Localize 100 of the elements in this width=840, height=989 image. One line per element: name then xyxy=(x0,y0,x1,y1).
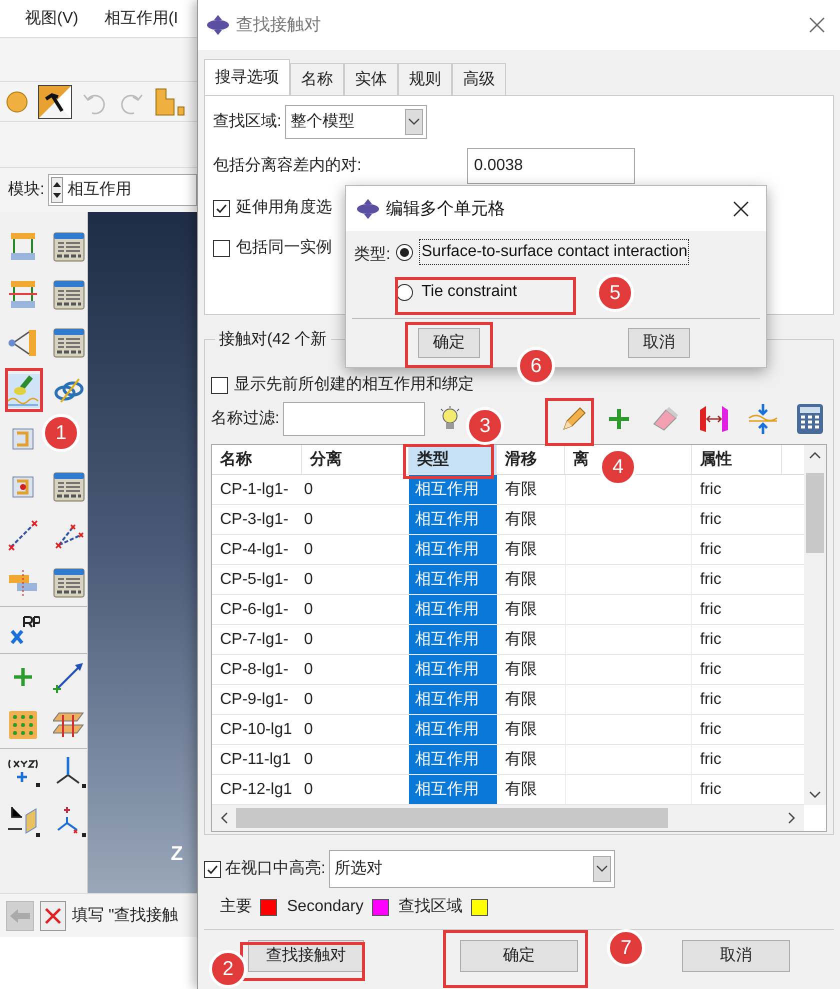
field-label: 包括分离容差内的对: xyxy=(213,156,362,176)
scroll-up-icon[interactable] xyxy=(809,451,821,459)
radio-label[interactable]: Surface-to-surface contact interaction xyxy=(419,239,690,266)
table-cell-text: 有限 xyxy=(504,510,538,530)
app-logo-icon xyxy=(206,14,230,36)
scrollbar-thumb[interactable] xyxy=(236,808,668,828)
checkbox[interactable] xyxy=(213,240,230,256)
cancel-icon[interactable] xyxy=(40,900,66,930)
table-cell-text: 0 xyxy=(303,480,314,500)
table-cell-text: fric xyxy=(699,540,722,560)
horizontal-scrollbar[interactable] xyxy=(212,805,804,831)
checkbox-label: 显示先前所创建的相互作用和绑定 xyxy=(234,374,474,395)
table-cell-text: CP-10-lg1 xyxy=(219,720,294,740)
chevron-down-icon xyxy=(596,865,608,873)
menu-item[interactable]: 相互作用(I xyxy=(104,6,178,30)
scrollbar-thumb[interactable] xyxy=(806,473,824,553)
highlight-select[interactable]: 所选对 xyxy=(329,850,616,888)
checkbox[interactable] xyxy=(211,376,228,394)
point-grid-icon[interactable] xyxy=(7,709,39,741)
table-cell-text: CP-4-lg1- xyxy=(219,540,290,560)
table-cell[interactable]: 相互作用 xyxy=(409,595,497,624)
table-cell-text: 有限 xyxy=(504,540,538,560)
input-field[interactable]: 0.0038 xyxy=(467,148,635,184)
dropdown-button[interactable] xyxy=(593,856,612,882)
table-cell-text: 有限 xyxy=(504,750,538,770)
close-icon[interactable] xyxy=(732,200,750,218)
wire-tool-icon[interactable] xyxy=(7,519,39,551)
table-manager-icon[interactable] xyxy=(53,472,85,502)
table-cell[interactable]: 相互作用 xyxy=(409,565,497,594)
circle-icon[interactable] xyxy=(6,90,28,112)
table-cell[interactable]: 相互作用 xyxy=(409,625,497,654)
dropdown-button[interactable] xyxy=(405,109,424,135)
table-cell[interactable]: 相互作用 xyxy=(409,775,497,804)
chevron-down-icon xyxy=(408,118,420,126)
table-manager-icon[interactable] xyxy=(53,328,85,358)
radio-button[interactable] xyxy=(396,244,414,261)
pencil-icon[interactable] xyxy=(560,405,588,433)
table-cell[interactable]: 相互作用 xyxy=(409,655,497,684)
calculator-icon[interactable] xyxy=(796,403,824,435)
table-cell-text: 0 xyxy=(303,780,314,800)
table-cell-text: fric xyxy=(699,480,722,500)
table-cell-text: 有限 xyxy=(504,780,538,800)
table-cell-text: fric xyxy=(699,720,722,740)
menu-item[interactable]: 视图(V) xyxy=(25,6,78,30)
dialog-button[interactable]: 取消 xyxy=(682,940,790,972)
table-cell[interactable]: 相互作用 xyxy=(409,745,497,774)
constraint-tool-icon[interactable] xyxy=(7,279,39,311)
scroll-left-icon[interactable] xyxy=(220,812,228,824)
table-cell[interactable]: 相互作用 xyxy=(409,475,497,504)
find-contact-tool-icon[interactable] xyxy=(6,374,40,408)
name-filter-field[interactable] xyxy=(283,402,426,436)
dialog-button[interactable]: 取消 xyxy=(628,328,690,358)
table-cell-text: CP-12-lg1 xyxy=(219,780,294,800)
table-cell-text: 有限 xyxy=(504,630,538,650)
legend-label: Secondary xyxy=(287,897,364,917)
checkmark-icon xyxy=(206,862,219,876)
tab[interactable]: 搜寻选项 xyxy=(204,59,290,95)
datum-axis-icon[interactable] xyxy=(53,661,85,693)
scroll-down-icon[interactable] xyxy=(809,791,821,799)
table-cell[interactable]: 相互作用 xyxy=(409,505,497,534)
column-header[interactable]: 类型 xyxy=(409,445,497,474)
checkbox[interactable] xyxy=(204,860,221,878)
field-label: 查找区域: xyxy=(213,112,282,132)
window-title: 查找接触对 xyxy=(236,14,322,36)
table-cell-text: 0 xyxy=(303,660,314,680)
tab[interactable]: 名称 xyxy=(290,63,344,95)
table-cell-text: fric xyxy=(699,570,722,590)
table-cell[interactable]: 相互作用 xyxy=(409,715,497,744)
legend-label: 查找区域 xyxy=(398,896,462,917)
dialog-button[interactable]: 确定 xyxy=(418,328,480,358)
tab[interactable]: 高级 xyxy=(452,63,506,95)
separation-icon[interactable] xyxy=(698,404,730,434)
module-label: 模块: xyxy=(8,180,44,200)
checkbox-label: 在视口中高亮: xyxy=(225,858,326,879)
dialog-button[interactable]: 确定 xyxy=(460,940,578,972)
tab[interactable]: 规则 xyxy=(398,63,452,95)
search-domain-select[interactable]: 整个模型 xyxy=(285,105,428,139)
compress-icon[interactable] xyxy=(748,403,778,435)
table-manager-icon[interactable] xyxy=(53,568,85,598)
lightbulb-icon[interactable] xyxy=(439,406,462,432)
table-cell[interactable]: 相互作用 xyxy=(409,535,497,564)
table-cell-text: 有限 xyxy=(504,660,538,680)
coordinate-point-icon[interactable] xyxy=(6,757,40,787)
table-manager-icon[interactable] xyxy=(53,232,85,262)
checkbox-label: 延伸用角度选 xyxy=(236,198,332,218)
tab[interactable]: 实体 xyxy=(344,63,398,95)
table-cell-text: CP-9-lg1- xyxy=(219,690,290,710)
scroll-right-icon[interactable] xyxy=(788,812,796,824)
table-manager-icon[interactable] xyxy=(53,280,85,310)
table-cell-text: 有限 xyxy=(504,480,538,500)
vertical-scrollbar[interactable] xyxy=(804,445,826,805)
table-cell-text: 0 xyxy=(303,570,314,590)
blocks-icon[interactable] xyxy=(154,86,186,116)
coupling-tool-icon[interactable] xyxy=(7,327,39,359)
checkbox[interactable] xyxy=(213,200,230,216)
select-tool-icon[interactable] xyxy=(38,84,72,118)
table-cell-text: 0 xyxy=(303,750,314,770)
checkmark-icon xyxy=(215,202,228,214)
table-cell[interactable]: 相互作用 xyxy=(409,685,497,714)
module-combo-box[interactable]: 相互作用 xyxy=(48,174,197,206)
